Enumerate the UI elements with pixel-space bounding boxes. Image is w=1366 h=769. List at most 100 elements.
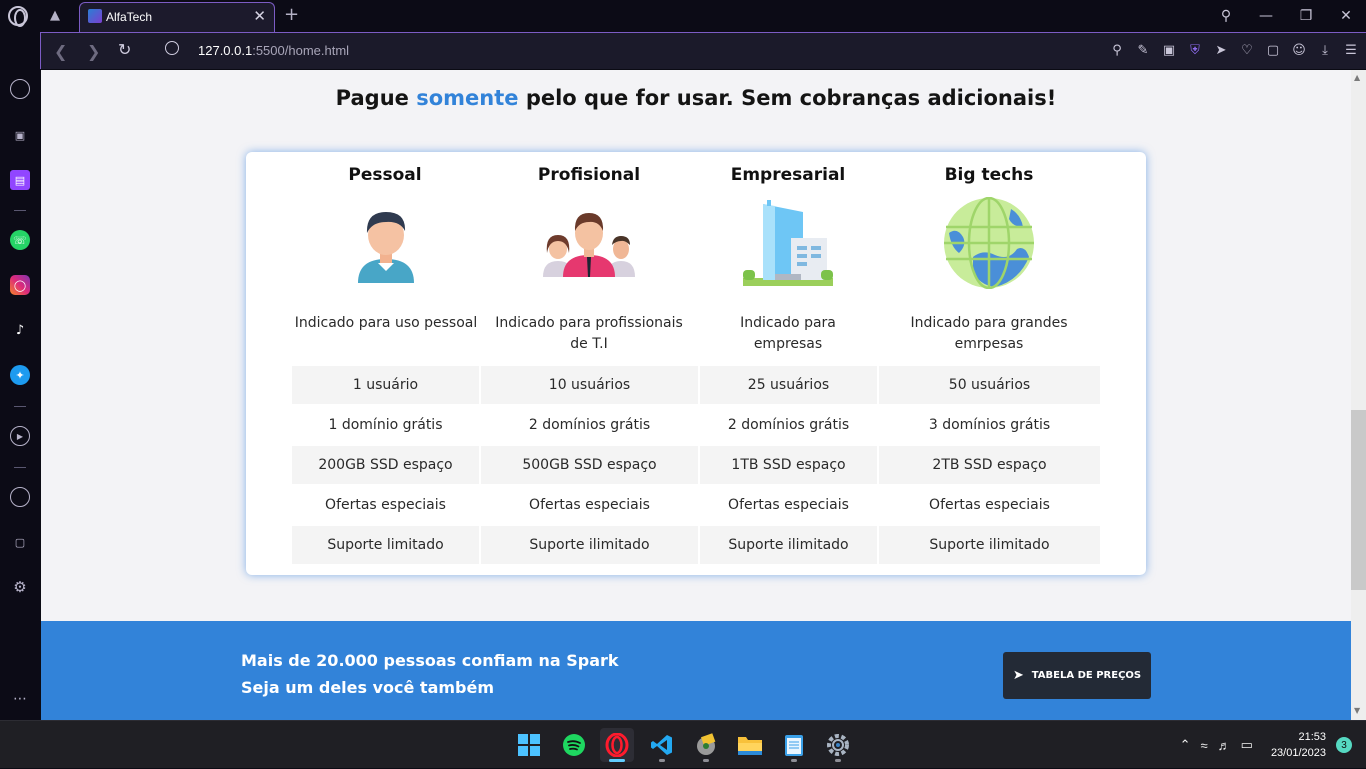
- restore-icon[interactable]: ❐: [1286, 0, 1326, 32]
- site-info-icon[interactable]: [165, 41, 179, 55]
- running-indicator: [659, 759, 665, 762]
- page-scrollbar[interactable]: ▲ ▼: [1351, 70, 1366, 720]
- opera-icon: [605, 733, 629, 757]
- search-tabs-icon[interactable]: ⚲: [1206, 0, 1246, 32]
- gamepad-icon[interactable]: ▲: [50, 8, 60, 23]
- start-button[interactable]: [512, 728, 546, 762]
- sidebar-separator: [14, 210, 26, 211]
- system-tray: ⌃ ≈ ♬ ▭ 21:53 23/01/2023 3: [1180, 721, 1352, 769]
- plan-support: Suporte ilimitado: [700, 526, 877, 564]
- plan-domains: 2 domínios grátis: [727, 417, 850, 433]
- notepad-app[interactable]: [777, 728, 811, 762]
- plan-offers: Ofertas especiais: [325, 497, 446, 513]
- notification-badge[interactable]: 3: [1336, 737, 1352, 753]
- gear-icon: [827, 734, 849, 756]
- headline-post: pelo que for usar. Sem cobranças adicion…: [518, 86, 1057, 110]
- plan-domains: 2 domínios grátis: [528, 417, 651, 433]
- taskbar: ⌃ ≈ ♬ ▭ 21:53 23/01/2023 3: [0, 720, 1366, 768]
- send-icon[interactable]: ➤: [1212, 39, 1230, 61]
- more-icon[interactable]: ⋯: [10, 689, 30, 709]
- scroll-down-icon[interactable]: ▼: [1354, 706, 1360, 715]
- media-player-icon: [697, 733, 716, 755]
- zoom-search-icon[interactable]: ⚲: [1108, 39, 1126, 61]
- pricing-card: Pessoal Profisional Empresarial Big tech…: [246, 152, 1146, 575]
- plan-offers: Ofertas especiais: [529, 497, 650, 513]
- scroll-up-icon[interactable]: ▲: [1354, 73, 1360, 82]
- opera-logo-icon[interactable]: [8, 6, 28, 27]
- vpn-shield-icon[interactable]: ⛨: [1186, 39, 1204, 61]
- window-controls: ⚲ — ❐ ✕: [1206, 0, 1366, 32]
- plan-users: 1 usuário: [292, 366, 479, 404]
- plan-domains: 1 domínio grátis: [328, 417, 443, 433]
- folder-icon: [738, 737, 762, 755]
- cta-banner: Mais de 20.000 pessoas confiam na Spark …: [41, 621, 1351, 720]
- volume-icon[interactable]: ♬: [1218, 738, 1231, 753]
- plan-description: Indicado para grandes emrpesas: [910, 315, 1068, 352]
- url-host: 127.0.0.1: [198, 43, 253, 58]
- favicon-icon: [88, 9, 102, 23]
- reload-icon[interactable]: ↻: [118, 40, 131, 59]
- twitch-icon[interactable]: ▤: [10, 170, 30, 190]
- vscode-icon: [651, 735, 672, 755]
- running-indicator: [791, 759, 797, 762]
- profile-icon[interactable]: ☺: [1290, 39, 1308, 61]
- rocket-icon: ➤: [1012, 668, 1024, 683]
- new-tab-icon[interactable]: +: [284, 4, 299, 25]
- history-icon[interactable]: [10, 487, 30, 507]
- instagram-icon[interactable]: ◯: [10, 275, 30, 295]
- download-icon[interactable]: ⤓: [1316, 39, 1334, 61]
- cta-line-2: Seja um deles você também: [241, 678, 495, 697]
- sidebar-separator: [14, 406, 26, 407]
- clock[interactable]: 21:53 23/01/2023: [1271, 729, 1326, 761]
- extensions-cube-icon[interactable]: ▢: [1264, 39, 1282, 61]
- cta-line-1: Mais de 20.000 pessoas confiam na Spark: [241, 651, 619, 670]
- show-hidden-icons-icon[interactable]: ⌃: [1180, 737, 1191, 753]
- pricing-table-button-label: TABELA DE PREÇOS: [1031, 670, 1142, 681]
- spotify-app[interactable]: [557, 728, 591, 762]
- pricing-table-button[interactable]: ➤ TABELA DE PREÇOS: [1003, 652, 1151, 699]
- settings-icon[interactable]: ⚙: [10, 577, 30, 597]
- close-tab-icon[interactable]: ✕: [253, 8, 266, 24]
- wifi-icon[interactable]: ≈: [1201, 738, 1208, 753]
- plan-offers: Ofertas especiais: [728, 497, 849, 513]
- plan-description: Indicado para empresas: [740, 315, 836, 352]
- plan-users: 25 usuários: [700, 366, 877, 404]
- heart-icon[interactable]: ♡: [1238, 39, 1256, 61]
- tiktok-icon[interactable]: ♪: [10, 320, 30, 340]
- settings-app[interactable]: [821, 728, 855, 762]
- workspaces-icon[interactable]: ▣: [10, 125, 30, 145]
- minimize-icon[interactable]: —: [1246, 0, 1286, 32]
- forward-icon[interactable]: ❯: [87, 42, 100, 61]
- url-field[interactable]: 127.0.0.1:5500/home.html: [198, 43, 349, 58]
- speed-dial-icon[interactable]: [10, 79, 30, 99]
- whatsapp-icon[interactable]: ☏: [10, 230, 30, 250]
- file-explorer-app[interactable]: [733, 728, 767, 762]
- edit-icon[interactable]: ✎: [1134, 39, 1152, 61]
- back-icon[interactable]: ❮: [54, 42, 67, 61]
- extensions-icon[interactable]: ▢: [10, 532, 30, 552]
- close-window-icon[interactable]: ✕: [1326, 0, 1366, 32]
- scrollbar-thumb[interactable]: [1351, 410, 1366, 590]
- player-icon[interactable]: ▶: [10, 426, 30, 446]
- battery-icon[interactable]: ▭: [1241, 737, 1253, 753]
- notepad-icon: [785, 735, 803, 756]
- plan-support: Suporte limitado: [292, 526, 479, 564]
- plan-name: Profisional: [537, 165, 641, 185]
- tab-title: AlfaTech: [106, 10, 153, 24]
- tab-bar: ▲ AlfaTech ✕ + ⚲ — ❐ ✕: [0, 0, 1366, 32]
- plan-name: Big techs: [944, 165, 1034, 185]
- plan-users: 50 usuários: [879, 366, 1100, 404]
- running-indicator: [703, 759, 709, 762]
- opera-app[interactable]: [600, 728, 634, 762]
- plan-users: 10 usuários: [481, 366, 698, 404]
- spotify-icon: [563, 734, 585, 756]
- address-bar: ❮ ❯ ↻ 127.0.0.1:5500/home.html ⚲ ✎ ▣ ⛨ ➤…: [40, 32, 1366, 69]
- browser-tab[interactable]: AlfaTech ✕: [79, 2, 275, 32]
- url-path: :5500/home.html: [252, 43, 350, 58]
- media-app[interactable]: [689, 728, 723, 762]
- vscode-app[interactable]: [645, 728, 679, 762]
- camera-icon[interactable]: ▣: [1160, 39, 1178, 61]
- twitter-icon[interactable]: ✦: [10, 365, 30, 385]
- clock-time: 21:53: [1298, 731, 1326, 743]
- easy-setup-icon[interactable]: ☰: [1342, 39, 1360, 61]
